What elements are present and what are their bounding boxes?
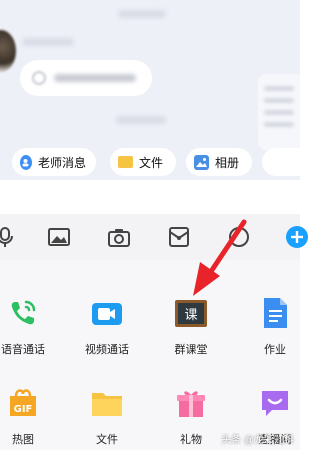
watermark-text: 头条 @龙彩儿科 (221, 435, 294, 446)
homework-label: 作业 (264, 344, 286, 356)
hot-gif-label: 热图 (12, 434, 34, 446)
document-icon (258, 296, 292, 330)
group-class-icon-text: 课 (184, 308, 197, 323)
quick-actions-bar: 老师消息 文件 相册 (0, 148, 300, 176)
message-bubble[interactable] (20, 60, 152, 96)
red-packet-icon[interactable] (168, 226, 190, 248)
file-chip[interactable]: 文件 (110, 148, 176, 176)
timestamp-blurred (118, 10, 166, 18)
input-toolbar (0, 214, 308, 260)
album-chip[interactable]: 相册 (186, 148, 252, 176)
photo-icon (194, 154, 209, 170)
plus-panel: 语音通话 视频通话 课 群课堂 作业 GIF 热图 文件 礼物 直播间 (0, 260, 300, 450)
chat-bubble-icon (258, 386, 292, 420)
avatar[interactable] (0, 30, 16, 72)
album-chip-label: 相册 (215, 155, 240, 170)
video-call-app[interactable]: 视频通话 (74, 296, 138, 368)
microphone-icon[interactable] (0, 226, 16, 248)
gift-icon (174, 386, 208, 420)
emoji-icon[interactable] (228, 226, 250, 248)
homework-app[interactable]: 作业 (242, 296, 306, 368)
gif-badge-text: GIF (14, 404, 33, 415)
voice-call-label: 语音通话 (1, 344, 45, 356)
group-class-label: 群课堂 (174, 344, 208, 356)
folder-icon (118, 156, 133, 168)
blackboard-icon: 课 (174, 296, 208, 330)
message-card[interactable] (258, 74, 300, 150)
message-icon (32, 71, 46, 85)
plus-icon[interactable] (286, 226, 308, 248)
video-camera-icon (90, 296, 124, 330)
chat-area: 老师消息 文件 相册 (0, 0, 300, 180)
timestamp-blurred-2 (116, 116, 166, 124)
card-line (264, 110, 294, 115)
teacher-message-icon (20, 154, 32, 170)
phone-icon (6, 296, 40, 330)
card-line (264, 98, 294, 103)
file-app[interactable]: 文件 (74, 386, 138, 450)
video-call-label: 视频通话 (85, 344, 129, 356)
card-line (264, 122, 294, 127)
file-app-label: 文件 (96, 434, 118, 446)
file-chip-label: 文件 (139, 155, 164, 170)
gif-icon: GIF (6, 386, 40, 420)
voice-call-app[interactable]: 语音通话 (0, 296, 54, 368)
gift-app[interactable]: 礼物 (158, 386, 222, 450)
more-chip[interactable] (262, 148, 300, 176)
hot-gif-app[interactable]: GIF 热图 (0, 386, 54, 450)
teacher-message-chip[interactable]: 老师消息 (12, 148, 96, 176)
card-line (264, 86, 294, 91)
sender-name-blurred (22, 38, 74, 46)
group-class-app[interactable]: 课 群课堂 (158, 296, 222, 368)
folder-icon (90, 386, 124, 420)
gift-label: 礼物 (180, 434, 202, 446)
message-input-area[interactable] (0, 180, 300, 214)
message-text-blurred (54, 74, 136, 82)
teacher-message-label: 老师消息 (37, 155, 86, 170)
camera-icon[interactable] (108, 226, 130, 248)
image-icon[interactable] (48, 226, 70, 248)
